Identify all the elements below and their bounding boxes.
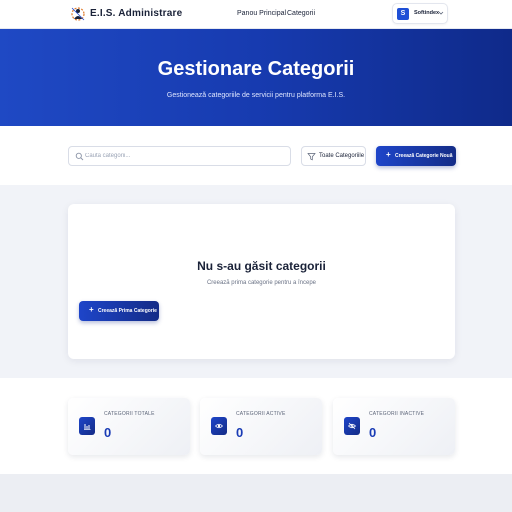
stat-icon-badge (344, 417, 360, 435)
plus-icon: + (89, 305, 94, 314)
account-name: Softindex (414, 10, 440, 16)
top-navbar: E.I.S. Administrare Panou Principal Cate… (0, 0, 512, 29)
stat-value: 0 (104, 425, 112, 440)
create-first-category-label: Creează Prima Categorie (98, 308, 157, 314)
filter-selected-label: Toate Categoriile (319, 153, 365, 159)
stat-card-active: CATEGORII ACTIVE 0 (200, 398, 322, 455)
stat-value: 0 (236, 425, 244, 440)
stat-value: 0 (369, 425, 377, 440)
gear-person-logo-icon[interactable] (69, 5, 87, 23)
bar-chart-icon (84, 424, 91, 430)
brand-title[interactable]: E.I.S. Administrare (90, 8, 182, 19)
search-box (68, 146, 291, 166)
stat-card-inactive: CATEGORII INACTIVE 0 (333, 398, 455, 455)
stat-label: CATEGORII INACTIVE (369, 411, 425, 417)
account-menu-button[interactable]: S Softindex (392, 3, 448, 24)
stat-icon-badge (211, 417, 227, 435)
eye-icon (215, 423, 223, 429)
empty-state-subtitle: Creează prima categorie pentru a începe (206, 280, 317, 286)
plus-icon: + (386, 150, 391, 159)
eye-off-icon (348, 422, 356, 430)
category-filter-select[interactable]: Toate Categoriile (301, 146, 366, 166)
hero-banner: Gestionare Categorii Gestionează categor… (0, 29, 512, 126)
search-icon (75, 152, 84, 161)
stat-label: CATEGORII TOTALE (104, 411, 155, 417)
create-first-category-button[interactable]: + Creează Prima Categorie (79, 301, 159, 321)
nav-link-dashboard[interactable]: Panou Principal (237, 10, 286, 17)
footer-area (0, 474, 512, 512)
stat-icon-badge (79, 417, 95, 435)
chevron-down-icon (438, 11, 444, 15)
filter-icon (307, 153, 316, 161)
stats-section: CATEGORII TOTALE 0 CATEGORII ACTIVE 0 CA… (0, 378, 512, 474)
search-input[interactable] (85, 148, 285, 164)
create-category-button[interactable]: + Creează Categorie Nouă (376, 146, 456, 166)
nav-link-categories[interactable]: Categorii (287, 10, 315, 17)
stat-card-total: CATEGORII TOTALE 0 (68, 398, 190, 455)
page-subtitle: Gestionează categoriile de servicii pent… (166, 92, 346, 99)
create-category-label: Creează Categorie Nouă (395, 153, 453, 159)
toolbar: Toate Categoriile + Creează Categorie No… (0, 126, 512, 185)
empty-state-card: Nu s-au găsit categorii Creează prima ca… (68, 204, 455, 359)
company-logo-icon: S (397, 8, 409, 20)
page-title: Gestionare Categorii (157, 58, 355, 80)
stat-label: CATEGORII ACTIVE (236, 411, 286, 417)
empty-state-title: Nu s-au găsit categorii (197, 259, 326, 273)
